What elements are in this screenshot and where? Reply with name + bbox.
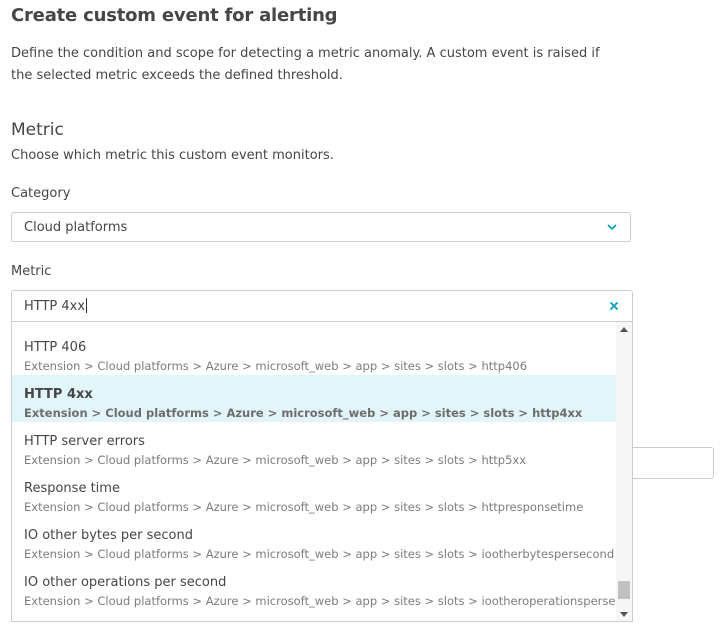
metric-input[interactable]: HTTP 4xx — [11, 290, 633, 322]
page-description: Define the condition and scope for detec… — [11, 46, 600, 83]
metric-label: Metric — [11, 264, 52, 279]
arrow-up-icon[interactable] — [620, 327, 628, 332]
close-icon[interactable] — [608, 300, 620, 312]
chevron-down-icon — [607, 224, 617, 231]
metric-section-subtitle: Choose which metric this custom event mo… — [11, 148, 334, 163]
arrow-down-icon[interactable] — [620, 612, 628, 617]
page-title: Create custom event for alerting — [11, 5, 338, 26]
dropdown-option-path: Extension > Cloud platforms > Azure > mi… — [24, 594, 633, 608]
dropdown-option-name: IO other operations per second — [24, 575, 227, 590]
dropdown-scrollbar[interactable] — [616, 322, 632, 621]
metric-section-title: Metric — [11, 120, 64, 140]
dropdown-option-path: Extension > Cloud platforms > Azure > mi… — [24, 500, 584, 514]
dropdown-option-path: Extension > Cloud platforms > Azure > mi… — [24, 547, 615, 561]
scrollbar-thumb[interactable] — [618, 581, 630, 599]
dropdown-option-name: IO other bytes per second — [24, 528, 193, 543]
metric-input-value: HTTP 4xx — [24, 299, 86, 314]
category-select[interactable]: Cloud platforms — [11, 212, 631, 242]
dropdown-option-name: HTTP 406 — [24, 340, 87, 355]
metric-dropdown-list[interactable]: HTTP 406 Extension > Cloud platforms > Az… — [11, 322, 633, 622]
dropdown-option-path: Extension > Cloud platforms > Azure > mi… — [24, 453, 526, 467]
dropdown-option-path: Extension > Cloud platforms > Azure > mi… — [24, 406, 583, 420]
dropdown-option[interactable]: HTTP 4xx Extension > Cloud platforms > Az… — [12, 375, 617, 422]
dropdown-option-name: Response time — [24, 481, 120, 496]
category-select-value: Cloud platforms — [24, 220, 128, 235]
dropdown-option-name: HTTP server errors — [24, 434, 145, 449]
dropdown-option[interactable]: IO other bytes per second Extension > Clo… — [12, 516, 617, 563]
dropdown-option[interactable]: IO read bytes per second — [12, 610, 617, 621]
dropdown-option-path: Extension > Cloud platforms > Azure > mi… — [24, 359, 528, 373]
dropdown-option[interactable]: Response time Extension > Cloud platforms… — [12, 469, 617, 516]
hidden-field[interactable] — [630, 447, 714, 479]
dropdown-option-name: HTTP 4xx — [24, 387, 93, 402]
dropdown-option[interactable]: HTTP server errors Extension > Cloud plat… — [12, 422, 617, 469]
text-caret — [86, 298, 88, 313]
category-label: Category — [11, 186, 71, 201]
dropdown-option[interactable]: HTTP 406 Extension > Cloud platforms > Az… — [12, 328, 617, 375]
dropdown-option[interactable]: IO other operations per second Extension … — [12, 563, 632, 610]
